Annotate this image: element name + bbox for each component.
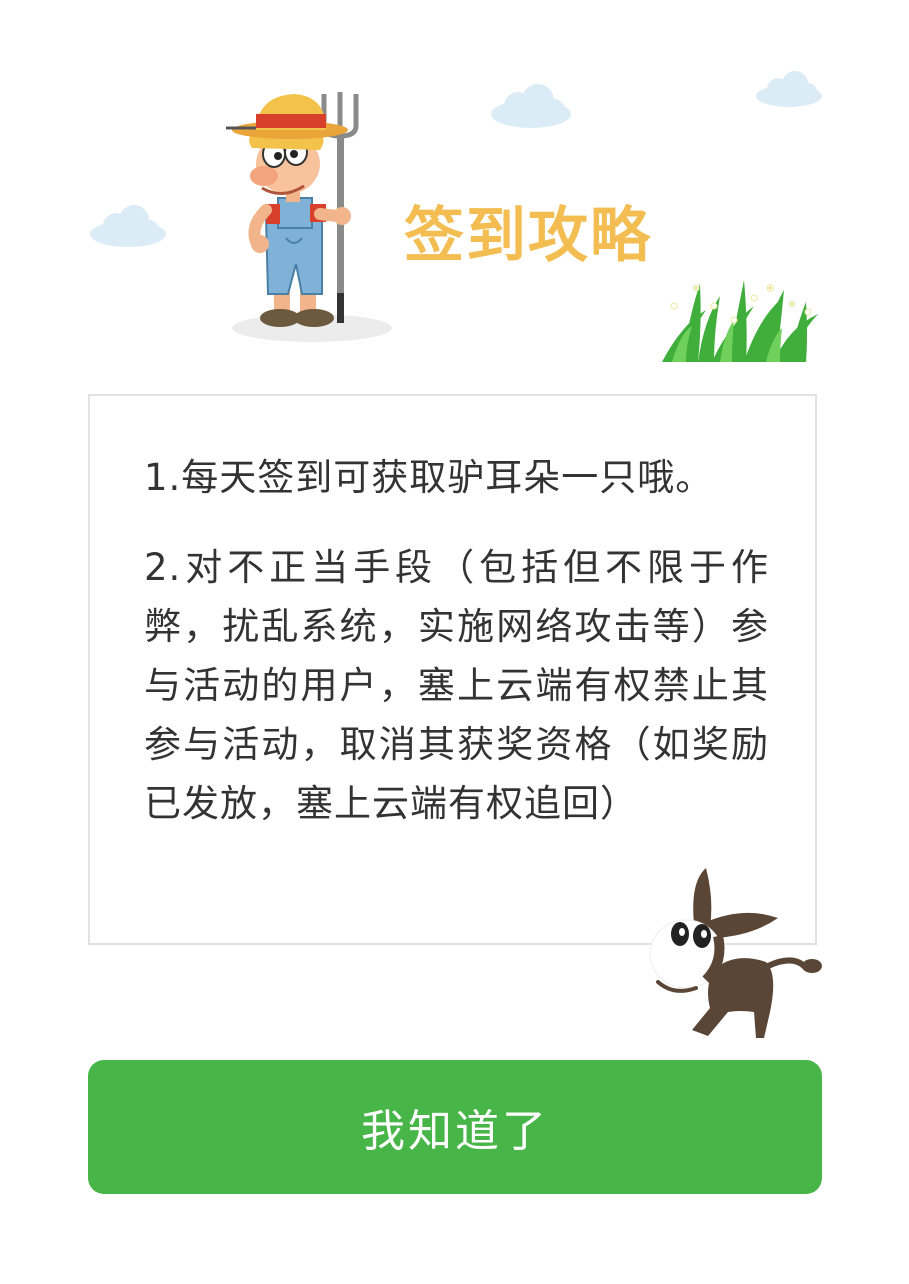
farmer-illustration <box>226 92 392 342</box>
cloud-shape <box>491 84 571 128</box>
cloud-icon <box>90 205 166 247</box>
grass-illustration <box>662 280 818 362</box>
cloud-icon <box>491 84 571 128</box>
acknowledge-button[interactable]: 我知道了 <box>88 1060 822 1194</box>
rule-text: 2.对不正当手段（包括但不限于作弊，扰乱系统，实施网络攻击等）参与活动的用户，塞… <box>144 546 769 825</box>
page-title: 签到攻略 <box>404 201 652 271</box>
rule-text: 1.每天签到可获取驴耳朵一只哦。 <box>144 456 714 499</box>
cloud-icon <box>756 71 822 107</box>
donkey-illustration <box>649 868 822 1038</box>
